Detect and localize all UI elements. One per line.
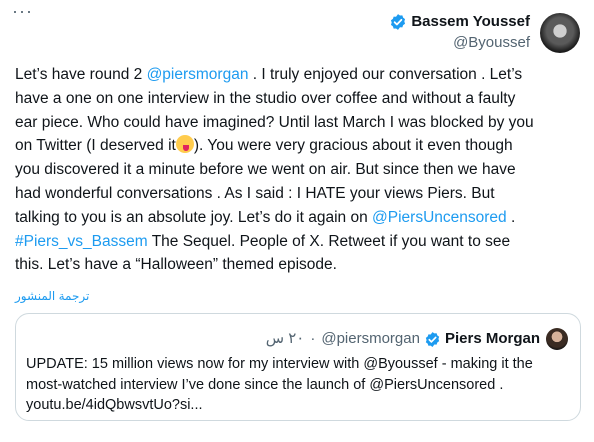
- mention-link[interactable]: @piersmorgan: [147, 66, 249, 83]
- quoted-verified-badge-icon: [425, 331, 440, 347]
- quoted-tweet-separator: ·: [310, 330, 316, 347]
- author-info: Bassem Youssef @Byoussef: [389, 12, 530, 53]
- tweet-line: ear piece. Who could have imagined? Unti…: [15, 111, 585, 135]
- tweet-header: Bassem Youssef @Byoussef: [389, 12, 580, 53]
- tweet-line: talking to you is an absolute joy. Let’s…: [15, 206, 585, 230]
- translate-post-link[interactable]: ترجمة المنشور: [15, 289, 89, 303]
- quoted-author-name: Piers Morgan: [444, 330, 540, 347]
- quoted-author-handle: @piersmorgan: [321, 330, 420, 347]
- quoted-tweet-text: UPDATE: 15 million views now for my inte…: [26, 354, 574, 416]
- quoted-tweet-line: most-watched interview I’ve done since t…: [26, 376, 504, 393]
- author-name-row: Bassem Youssef: [389, 12, 530, 32]
- tweet-text-segment: talking to you is an absolute joy. Let’s…: [15, 208, 373, 226]
- tweet-text-segment: ). You were very gracious about it even …: [193, 137, 513, 155]
- tweet-line: #Piers_vs_Bassem The Sequel. People of X…: [15, 230, 585, 254]
- author-avatar[interactable]: [540, 12, 580, 53]
- more-options-button[interactable]: ···: [12, 2, 33, 20]
- tweet-text-segment: ear piece. Who could have imagined? Unti…: [15, 113, 534, 131]
- tweet-text-segment: . I truly enjoyed our conversation . Let…: [248, 66, 523, 83]
- quoted-tweet-time[interactable]: ٢٠ س: [266, 329, 305, 349]
- tweet-text-segment: The Sequel. People of X. Retweet if you …: [147, 232, 511, 250]
- tweet-line: on Twitter (I deserved it ). You were ver…: [15, 134, 585, 158]
- tweet-text: Let’s have round 2 @piersmorgan . I trul…: [15, 63, 585, 277]
- winking-face-with-tongue-icon: [175, 135, 194, 154]
- tweet-text-segment: had wonderful conversations . As I said …: [15, 184, 495, 202]
- quoted-author-avatar: [546, 328, 568, 350]
- quoted-tweet-header: ٢٠ س · @piersmorgan Piers Morgan: [266, 328, 568, 350]
- quoted-tweet-card[interactable]: ٢٠ س · @piersmorgan Piers Morgan UPDATE:…: [15, 313, 581, 421]
- tweet-text-segment: on Twitter (I deserved it: [15, 137, 176, 155]
- author-handle[interactable]: @Byoussef: [389, 33, 530, 53]
- tweet-line: had wonderful conversations . As I said …: [15, 182, 585, 206]
- quoted-tweet-line: UPDATE: 15 million views now for my inte…: [26, 356, 533, 372]
- tweet-line: Let’s have round 2 @piersmorgan . I trul…: [15, 63, 585, 87]
- tweet-line: have a one on one interview in the studi…: [15, 87, 585, 111]
- quoted-tweet-line: youtu.be/4idQbwsvtUo?si...: [26, 397, 203, 413]
- tweet-text-segment: Let’s have round 2: [15, 66, 147, 83]
- tweet-text-segment: you discovered it a minute before we wen…: [15, 161, 516, 179]
- tweet-line: you discovered it a minute before we wen…: [15, 158, 585, 182]
- tweet-text-segment: this. Let’s have a “Halloween” themed ep…: [15, 256, 337, 274]
- mention-link[interactable]: @PiersUncensored: [372, 209, 507, 226]
- tweet-text-segment: have a one on one interview in the studi…: [15, 89, 516, 107]
- tweet-line: this. Let’s have a “Halloween” themed ep…: [15, 253, 585, 277]
- hashtag-link[interactable]: #Piers_vs_Bassem: [15, 233, 148, 250]
- verified-badge-icon: [391, 14, 406, 30]
- tweet-text-segment: .: [506, 208, 516, 226]
- author-name[interactable]: Bassem Youssef: [411, 12, 530, 32]
